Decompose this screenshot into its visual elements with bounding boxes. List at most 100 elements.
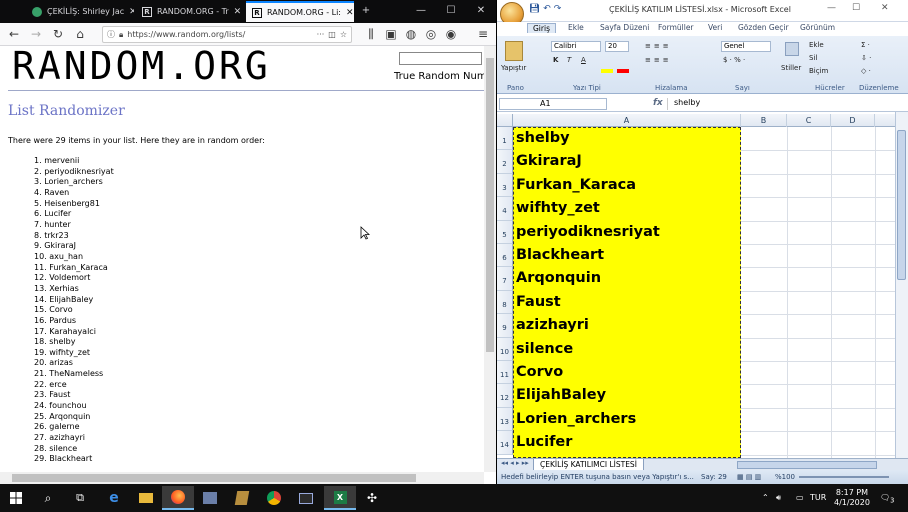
chrome-icon[interactable] [258,486,290,510]
bookmark-star-icon[interactable]: ☆ [340,30,347,39]
paste-button[interactable]: Yapıştır [501,64,526,72]
cell-a[interactable]: ElijahBaley [513,384,741,407]
close-button[interactable]: ✕ [881,3,889,13]
row-header[interactable]: 11 [497,361,513,385]
paste-icon[interactable] [505,41,523,61]
tab-close-icon[interactable]: ✕ [234,7,242,17]
align-buttons[interactable]: ≡≡≡ [645,56,672,64]
tab-ekle[interactable]: Ekle [563,23,589,32]
select-all-corner[interactable] [497,114,513,127]
view-buttons-icon[interactable]: ▦ ▤ ▥ [737,470,761,484]
reload-icon[interactable]: ↻ [49,26,67,43]
tab-random-org-1[interactable]: R RANDOM.ORG - Tr ✕ [136,1,244,22]
extension-icon[interactable]: ◎ [422,26,440,43]
align-buttons[interactable]: ≡≡≡ [645,42,672,50]
cell-a[interactable]: GkiraraJ [513,150,741,173]
tab-close-icon[interactable]: ✕ [346,8,354,18]
cell-a[interactable]: Lucifer [513,431,741,454]
column-header-a[interactable]: A [513,114,741,127]
column-header-c[interactable]: C [787,114,831,127]
app-icon[interactable]: ✣ [356,486,388,510]
back-arrow-icon[interactable]: ← [5,26,23,43]
random-org-logo[interactable]: RANDOM.ORG [12,46,271,86]
search-icon[interactable]: ⌕ [32,486,64,510]
tray-up-arrow-icon[interactable]: ⌃ [762,484,769,512]
tab-cekilis[interactable]: ÇEKİLİŞ: Shirley Jac ✕ [26,1,134,22]
library-icon[interactable]: ⫼ [362,26,380,43]
tab-sayfa-duzeni[interactable]: Sayfa Düzeni [595,23,654,32]
account-icon[interactable]: ◉ [442,26,460,43]
maximize-button[interactable]: ☐ [436,0,466,22]
extension-icon[interactable]: ◍ [402,26,420,43]
row-header[interactable]: 5 [497,220,513,244]
worksheet-grid[interactable]: A B C D 1 shelby 2 GkiraraJ 3 Furkan_Karaca 4 w… [497,114,895,458]
cell-a[interactable]: Lorien_archers [513,408,741,431]
excel-taskbar-icon[interactable]: X [324,486,356,510]
row-header[interactable]: 7 [497,267,513,291]
close-button[interactable]: ✕ [466,0,496,22]
row-header[interactable]: 8 [497,290,513,315]
tab-gorunum[interactable]: Görünüm [795,23,840,32]
horizontal-scrollbar[interactable] [737,461,877,469]
styles-icon[interactable] [785,42,799,56]
row-header[interactable]: 6 [497,244,513,268]
row-header[interactable]: 13 [497,407,513,432]
volume-icon[interactable]: 🔊︎ [776,484,781,512]
insert-cells-button[interactable]: Ekle [809,41,824,49]
cell-a[interactable]: Furkan_Karaca [513,174,741,197]
info-icon[interactable]: ⓘ [107,29,115,40]
clock[interactable]: 8:17 PM 4/1/2020 [834,488,870,508]
row-header[interactable]: 1 [497,127,513,151]
row-header[interactable]: 12 [497,384,513,408]
search-input[interactable] [399,52,482,65]
tab-close-icon[interactable]: ✕ [129,7,134,17]
pocket-icon[interactable]: ◫ [328,30,336,39]
row-header[interactable]: 4 [497,197,513,221]
zoom-slider[interactable] [799,476,889,478]
task-view-icon[interactable]: ⧉ [64,486,96,510]
scrollbar-thumb[interactable] [897,130,906,280]
currency-button[interactable]: $ · % · [723,56,745,64]
network-icon[interactable]: ▭ [796,484,804,512]
language-indicator[interactable]: TUR [810,484,826,512]
insert-function-icon[interactable]: fx [653,98,663,108]
autosum-icon[interactable]: Σ · [861,41,870,49]
cell-a[interactable]: shelby [513,127,741,150]
file-explorer-icon[interactable] [130,486,162,510]
underline-button[interactable]: A [581,56,586,64]
font-name-select[interactable]: Calibri [551,41,601,52]
cell-a[interactable]: Blackheart [513,244,741,267]
media-player-icon[interactable] [194,486,226,510]
winrar-icon[interactable] [226,486,258,510]
tab-formuller[interactable]: Formüller [653,23,699,32]
delete-cells-button[interactable]: Sil [809,54,817,62]
row-header[interactable]: 3 [497,173,513,198]
formula-input[interactable]: shelby [667,98,892,110]
cell-a[interactable]: Corvo [513,361,741,384]
cell-a[interactable]: azizhayri [513,314,741,337]
edge-icon[interactable]: e [98,486,130,510]
tab-gozden-gecir[interactable]: Gözden Geçir [733,23,794,32]
clear-icon[interactable]: ◇ · [861,67,871,75]
sidebar-icon[interactable]: ▣ [382,26,400,43]
tab-veri[interactable]: Veri [703,23,727,32]
fill-color-icon[interactable] [601,69,613,73]
notification-center-icon[interactable]: 🗨︎3 [880,484,894,512]
cell-a[interactable]: Arqonquin [513,267,741,290]
minimize-button[interactable]: — [827,3,836,13]
start-button[interactable] [0,486,32,510]
styles-button[interactable]: Stiller [781,64,801,72]
quick-access-toolbar[interactable]: 💾︎ ↶ ↷ [529,4,561,14]
cell-a[interactable]: wifhty_zet [513,197,741,220]
number-format-select[interactable]: Genel [721,41,771,52]
column-header-d[interactable]: D [831,114,875,127]
new-tab-button[interactable]: + [354,0,378,22]
row-header[interactable]: 2 [497,150,513,174]
firefox-taskbar-icon[interactable] [162,486,194,510]
scrollbar-thumb[interactable] [12,474,416,482]
cell-a[interactable]: Faust [513,291,741,314]
column-header-b[interactable]: B [741,114,787,127]
italic-button[interactable]: T [567,56,571,64]
forward-arrow-icon[interactable]: → [27,26,45,43]
font-color-icon[interactable] [617,69,629,73]
